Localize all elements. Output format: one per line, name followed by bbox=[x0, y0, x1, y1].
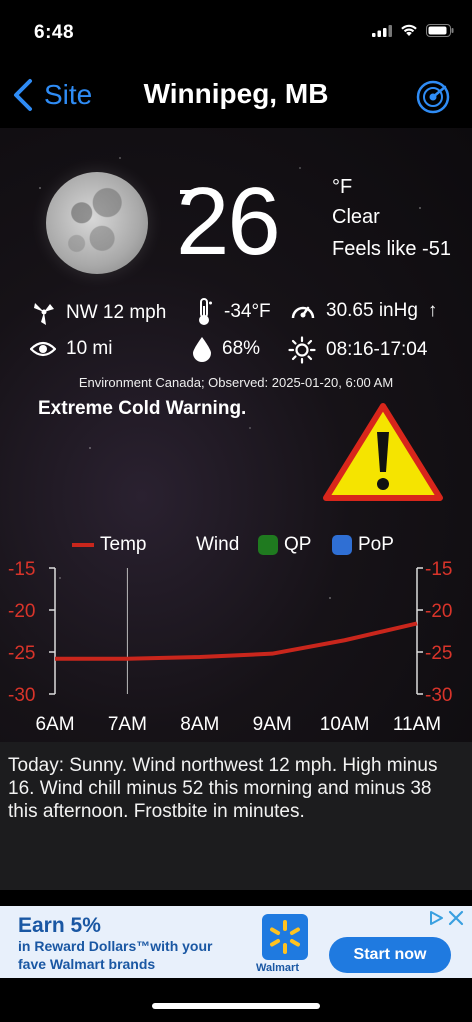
close-icon[interactable] bbox=[448, 910, 464, 926]
weather-panel: 26 °F Clear Feels like -51 NW 12 mph -34… bbox=[0, 128, 472, 742]
pressure-trend: ↑ bbox=[427, 300, 438, 321]
sun-stat: 08:16-17:04 bbox=[288, 336, 427, 364]
wind-value: NW 12 mph bbox=[66, 302, 167, 323]
y-tick-label-right: -25 bbox=[425, 643, 452, 664]
x-tick-label: 6AM bbox=[35, 714, 74, 735]
legend-pop-swatch bbox=[332, 535, 352, 555]
legend-temp-label: Temp bbox=[100, 534, 147, 555]
y-tick-label-right: -15 bbox=[425, 559, 452, 580]
ad-choices[interactable] bbox=[428, 910, 464, 926]
ad-choices-icon[interactable] bbox=[428, 910, 444, 926]
weather-warning[interactable]: Extreme Cold Warning. bbox=[38, 398, 246, 420]
dewpoint-stat: -34°F bbox=[196, 298, 271, 326]
x-tick-label: 11AM bbox=[393, 714, 441, 735]
temp-series-line bbox=[55, 621, 418, 661]
forecast-text: Today: Sunny. Wind northwest 12 mph. Hig… bbox=[0, 742, 472, 890]
water-drop-icon bbox=[193, 337, 211, 362]
radar-icon bbox=[416, 80, 450, 114]
status-bar: 6:48 bbox=[0, 0, 472, 70]
y-tick-label-left: -25 bbox=[8, 643, 35, 664]
status-icons bbox=[372, 24, 454, 37]
visibility-stat: 10 mi bbox=[30, 338, 112, 360]
legend-wind[interactable]: Wind bbox=[196, 534, 239, 556]
observation-source: Environment Canada; Observed: 2025-01-20… bbox=[78, 375, 394, 390]
battery-icon bbox=[426, 24, 454, 37]
gauge-icon bbox=[291, 306, 315, 319]
ad-banner[interactable]: Earn 5% in Reward Dollars™with your fave… bbox=[0, 906, 472, 978]
ad-start-now-button[interactable]: Start now bbox=[329, 937, 451, 973]
moon-icon bbox=[46, 172, 148, 274]
legend-pop[interactable]: PoP bbox=[332, 534, 394, 556]
visibility-value: 10 mi bbox=[66, 338, 113, 359]
ad-headline: Earn 5% bbox=[18, 914, 101, 937]
y-tick-label-left: -15 bbox=[8, 559, 35, 580]
legend-pop-label: PoP bbox=[358, 534, 394, 555]
ad-subline-2: fave Walmart brands bbox=[18, 956, 156, 972]
hourly-temperature-chart[interactable]: -15 -15-20 -20-25 -25-30 -306AM 7AM 8AM 9AM 10AM… bbox=[0, 556, 472, 742]
y-tick-label-right: -30 bbox=[425, 685, 452, 706]
sun-icon bbox=[288, 336, 316, 364]
y-tick-label-left: -30 bbox=[8, 685, 35, 706]
walmart-logo-icon bbox=[262, 914, 308, 965]
legend-temp-swatch bbox=[72, 543, 94, 547]
current-condition: Clear bbox=[332, 206, 380, 228]
legend-qp-label: QP bbox=[284, 534, 312, 555]
ad-subline-1: in Reward Dollars™with your bbox=[18, 938, 213, 954]
wind-turbine-icon bbox=[34, 303, 54, 325]
feels-like: Feels like -51 bbox=[332, 238, 451, 260]
current-temperature: 26 bbox=[176, 168, 281, 275]
sunrise-sunset-value: 08:16-17:04 bbox=[326, 339, 428, 360]
pressure-value: 30.65 inHg bbox=[326, 300, 418, 321]
x-tick-label: 8AM bbox=[180, 714, 219, 735]
pressure-stat: 30.65 inHg ↑ bbox=[290, 300, 437, 322]
dewpoint-value: -34°F bbox=[224, 301, 271, 322]
temperature-unit: °F bbox=[332, 176, 353, 198]
x-tick-label: 7AM bbox=[108, 714, 147, 735]
thermometer-icon bbox=[199, 298, 212, 325]
y-tick-label-left: -20 bbox=[8, 601, 35, 622]
signal-icon bbox=[372, 24, 392, 37]
humidity-value: 68% bbox=[222, 338, 261, 359]
legend-qp-swatch bbox=[258, 535, 278, 555]
legend-temp[interactable]: Temp bbox=[72, 534, 146, 556]
legend-qp[interactable]: QP bbox=[258, 534, 311, 556]
eye-icon bbox=[30, 341, 56, 357]
radar-button[interactable] bbox=[416, 80, 450, 119]
wifi-icon bbox=[401, 24, 417, 36]
x-tick-label: 9AM bbox=[253, 714, 292, 735]
ad-brand-name: Walmart bbox=[256, 962, 299, 974]
status-time: 6:48 bbox=[34, 22, 75, 43]
warning-icon[interactable] bbox=[322, 402, 444, 502]
y-tick-label-right: -20 bbox=[425, 601, 452, 622]
page-title: Winnipeg, MB bbox=[143, 78, 329, 109]
navigation-bar: Site Winnipeg, MB bbox=[0, 70, 472, 128]
legend-wind-label: Wind bbox=[196, 534, 240, 555]
wind-stat: NW 12 mph bbox=[32, 300, 166, 326]
home-indicator[interactable] bbox=[152, 1003, 320, 1009]
x-tick-label: 10AM bbox=[320, 714, 370, 735]
humidity-stat: 68% bbox=[192, 336, 260, 362]
